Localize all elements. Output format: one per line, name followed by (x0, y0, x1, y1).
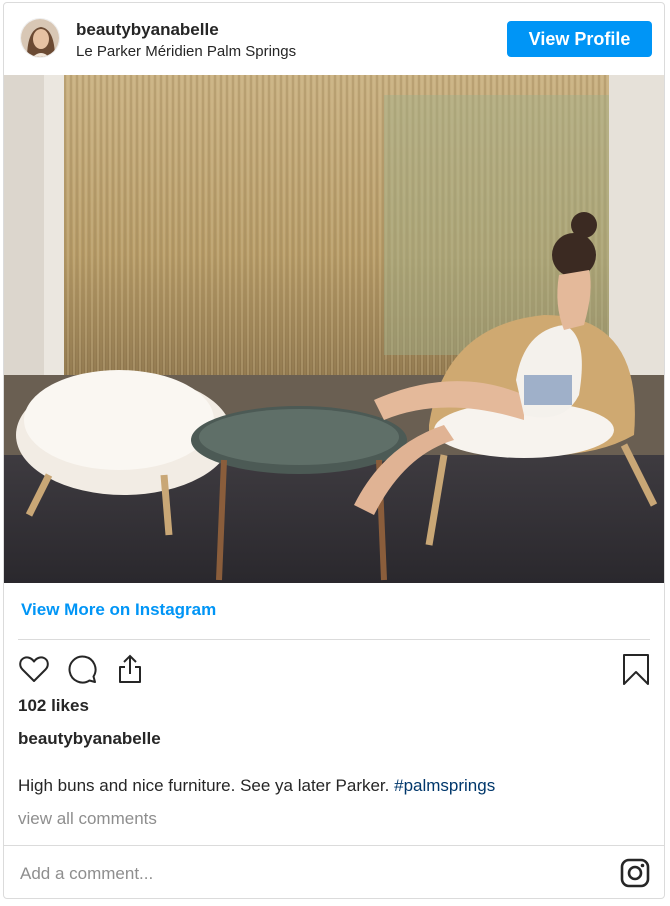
share-icon[interactable] (112, 651, 148, 687)
avatar[interactable] (20, 18, 60, 58)
caption-username[interactable]: beautybyanabelle (18, 729, 161, 749)
post-header: beautybyanabelle Le Parker Méridien Palm… (4, 3, 664, 75)
hashtag-link[interactable]: #palmsprings (394, 776, 495, 795)
caption-text: High buns and nice furniture. See ya lat… (18, 776, 395, 795)
location-link[interactable]: Le Parker Méridien Palm Springs (76, 43, 296, 60)
bookmark-icon[interactable] (618, 651, 654, 687)
view-more-on-instagram-link[interactable]: View More on Instagram (21, 600, 216, 620)
action-bar (4, 651, 664, 691)
divider (4, 845, 664, 846)
post-photo[interactable] (4, 75, 664, 583)
heart-icon[interactable] (16, 651, 52, 687)
comment-icon[interactable] (64, 651, 100, 687)
view-all-comments-link[interactable]: view all comments (18, 809, 157, 829)
username[interactable]: beautybyanabelle (76, 20, 219, 40)
view-profile-button[interactable]: View Profile (507, 21, 652, 57)
instagram-embed-card: beautybyanabelle Le Parker Méridien Palm… (3, 2, 665, 899)
add-comment-input[interactable] (18, 855, 582, 893)
divider (18, 639, 650, 640)
caption: High buns and nice furniture. See ya lat… (18, 776, 495, 796)
instagram-logo-icon[interactable] (620, 858, 650, 888)
likes-count[interactable]: 102 likes (18, 696, 89, 716)
